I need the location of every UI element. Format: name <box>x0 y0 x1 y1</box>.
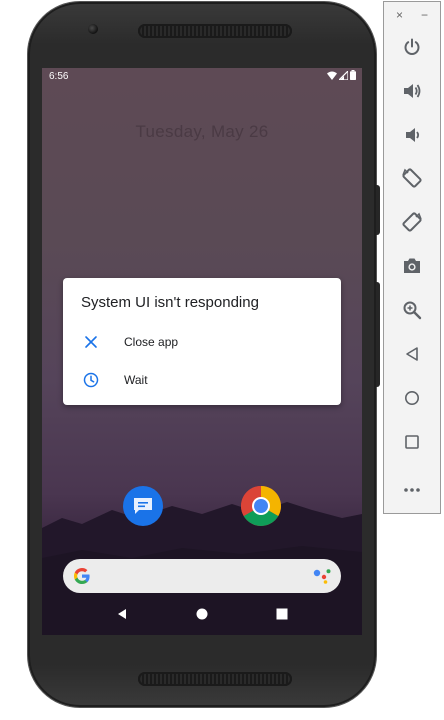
close-app-label: Close app <box>124 335 179 349</box>
battery-icon <box>350 70 356 80</box>
google-search-bar[interactable] <box>63 559 341 593</box>
power-button[interactable] <box>400 37 424 61</box>
recents-icon[interactable] <box>276 607 288 625</box>
wifi-icon <box>327 71 337 80</box>
status-bar-icons <box>327 70 356 80</box>
front-camera <box>88 24 98 34</box>
more-button[interactable] <box>400 477 424 501</box>
emulator-minimize-button[interactable]: − <box>421 8 428 22</box>
hardware-volume-rocker[interactable] <box>376 282 380 387</box>
dialog-title: System UI isn't responding <box>81 294 259 311</box>
google-g-icon <box>72 566 92 591</box>
messages-icon[interactable] <box>123 486 163 526</box>
bottom-speaker <box>138 672 292 686</box>
back-icon[interactable] <box>116 607 128 625</box>
rotate-right-icon <box>401 211 423 238</box>
screenshot-button[interactable] <box>400 256 424 280</box>
google-assistant-icon[interactable] <box>313 568 331 589</box>
back-triangle-icon <box>404 346 420 367</box>
rotate-left-icon <box>401 167 423 194</box>
emulator-toolbar: × − <box>383 1 441 514</box>
cell-signal-icon <box>339 70 348 80</box>
wait-button[interactable]: Wait <box>63 362 341 398</box>
home-icon[interactable] <box>196 607 208 625</box>
status-bar-time: 6:56 <box>49 71 69 82</box>
hardware-power-button[interactable] <box>376 185 380 235</box>
emulator-close-button[interactable]: × <box>396 8 403 22</box>
top-speaker <box>138 24 292 38</box>
volume-up-icon <box>402 81 422 106</box>
wait-label: Wait <box>124 373 148 387</box>
emulator-window-controls: × − <box>384 8 440 22</box>
zoom-icon <box>402 300 422 325</box>
clock-icon <box>83 372 99 388</box>
camera-icon <box>402 257 422 280</box>
power-icon <box>402 37 422 62</box>
overview-square-icon <box>404 434 420 455</box>
volume-down-button[interactable] <box>400 125 424 149</box>
emulator-back-button[interactable] <box>400 344 424 368</box>
anr-dialog: System UI isn't responding Close app Wai… <box>63 278 341 405</box>
emulator-overview-button[interactable] <box>400 432 424 456</box>
chrome-icon[interactable] <box>241 486 281 526</box>
emulator-home-button[interactable] <box>400 388 424 412</box>
zoom-button[interactable] <box>400 300 424 324</box>
rotate-right-button[interactable] <box>400 211 424 238</box>
close-app-button[interactable]: Close app <box>63 324 341 360</box>
close-icon <box>83 334 99 350</box>
rotate-left-button[interactable] <box>400 167 424 194</box>
home-circle-icon <box>404 390 420 411</box>
volume-up-button[interactable] <box>400 81 424 105</box>
volume-down-icon <box>402 125 422 150</box>
lockscreen-date: Tuesday, May 26 <box>135 122 269 141</box>
device-screen: 6:56 Tuesday, May 26 System UI isn't res… <box>42 68 362 635</box>
more-dots-icon <box>403 480 421 498</box>
android-nav-bar <box>42 597 362 635</box>
